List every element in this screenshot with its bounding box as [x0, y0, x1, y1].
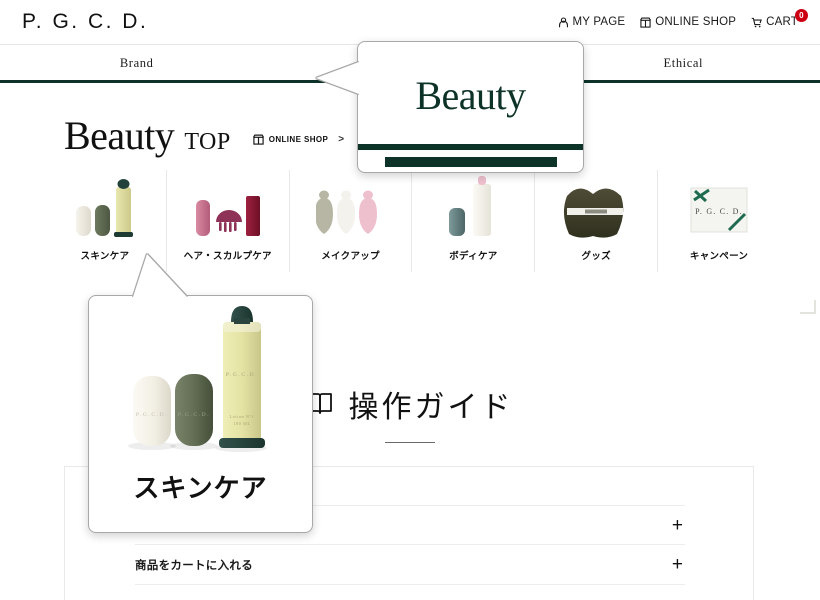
page-title-sub: TOP	[184, 129, 231, 155]
chevron-right-icon: >	[338, 134, 345, 145]
makeup-products-icon	[315, 170, 386, 242]
category-item-bodycare[interactable]: ボディケア	[411, 170, 534, 272]
online-shop-link[interactable]: ONLINE SHOP	[640, 16, 736, 28]
skincare-magnifier-text: スキンケア	[133, 473, 268, 503]
plus-icon[interactable]: +	[672, 516, 685, 535]
category-item-makeup[interactable]: メイクアップ	[288, 170, 412, 272]
category-item-skincare-label: スキンケア	[80, 251, 130, 262]
storefront-icon	[640, 17, 652, 28]
cart-icon	[751, 17, 762, 28]
callout-tail-left-icon	[316, 62, 359, 94]
site-header: P. G. C. D. MY PAGE ONLINE SHOP CART 0	[0, 0, 820, 44]
person-icon	[558, 16, 569, 28]
beauty-magnifier-underline	[358, 144, 583, 150]
page-online-shop-label: ONLINE SHOP	[268, 135, 329, 144]
cart-label: CART	[766, 16, 798, 28]
online-shop-label: ONLINE SHOP	[655, 16, 737, 28]
page-root: P. G. C. D. MY PAGE ONLINE SHOP CART 0 B…	[0, 0, 820, 600]
skincare-products-icon	[74, 170, 136, 242]
category-item-goods[interactable]: グッズ	[534, 170, 657, 272]
nav-item-ethical-label: Ethical	[663, 55, 704, 70]
header-utility-nav: MY PAGE ONLINE SHOP CART 0	[558, 9, 808, 28]
beauty-magnifier-active-marker	[384, 157, 557, 167]
category-item-goods-label: グッズ	[581, 251, 611, 262]
skincare-category-magnifier-callout: P.G.C.D. P.G.C.D. P.G.C.D. Lotion N°1 18…	[88, 254, 313, 533]
page-online-shop-link[interactable]: ONLINE SHOP >	[252, 134, 345, 145]
category-item-campaign-label: キャンペーン	[689, 251, 749, 262]
category-item-campaign[interactable]: P. G. C. D. キャンペーン	[657, 170, 780, 272]
svg-text:180 ML: 180 ML	[233, 421, 250, 426]
category-item-haircare-label: ヘア・スカルプケア	[183, 251, 272, 262]
campaign-card-icon: P. G. C. D.	[689, 170, 749, 242]
page-title-main: Beauty	[64, 113, 175, 158]
skincare-products-image: P.G.C.D. P.G.C.D. P.G.C.D. Lotion N°1 18…	[89, 296, 312, 458]
haircare-products-icon	[192, 170, 264, 242]
svg-text:P.G.C.D.: P.G.C.D.	[177, 412, 209, 418]
nav-item-brand[interactable]: Brand	[0, 45, 273, 81]
my-page-link[interactable]: MY PAGE	[558, 16, 626, 28]
svg-text:P. G. C. D.: P. G. C. D.	[695, 207, 743, 216]
goods-towel-icon	[561, 170, 631, 242]
svg-text:Lotion N°1: Lotion N°1	[229, 414, 254, 419]
svg-text:P.G.C.D.: P.G.C.D.	[135, 412, 167, 418]
cart-link[interactable]: CART 0	[751, 9, 808, 28]
beauty-tab-magnifier-callout: Beauty	[316, 41, 584, 173]
nav-item-brand-label: Brand	[119, 55, 154, 70]
page-corner-mark	[800, 300, 816, 314]
beauty-magnifier-text: Beauty	[415, 73, 526, 118]
storefront-icon	[252, 134, 264, 145]
category-item-makeup-label: メイクアップ	[321, 251, 380, 262]
my-page-label: MY PAGE	[572, 16, 626, 28]
site-logo[interactable]: P. G. C. D.	[22, 10, 148, 34]
operation-guide-title: 操作ガイド	[348, 391, 514, 424]
plus-icon[interactable]: +	[672, 555, 685, 574]
category-item-bodycare-label: ボディケア	[449, 251, 498, 262]
page-title: Beauty TOP ONLINE SHOP >	[64, 112, 345, 159]
bodycare-products-icon	[447, 170, 499, 242]
accordion-row-add-to-cart[interactable]: 商品をカートに入れる +	[135, 545, 685, 585]
cart-count-badge: 0	[795, 9, 808, 22]
svg-text:P.G.C.D.: P.G.C.D.	[225, 372, 257, 378]
nav-item-ethical[interactable]: Ethical	[547, 45, 820, 81]
accordion-row-add-to-cart-label: 商品をカートに入れる	[135, 559, 253, 572]
callout-tail-up-icon	[133, 254, 187, 297]
section-underline	[385, 442, 435, 443]
